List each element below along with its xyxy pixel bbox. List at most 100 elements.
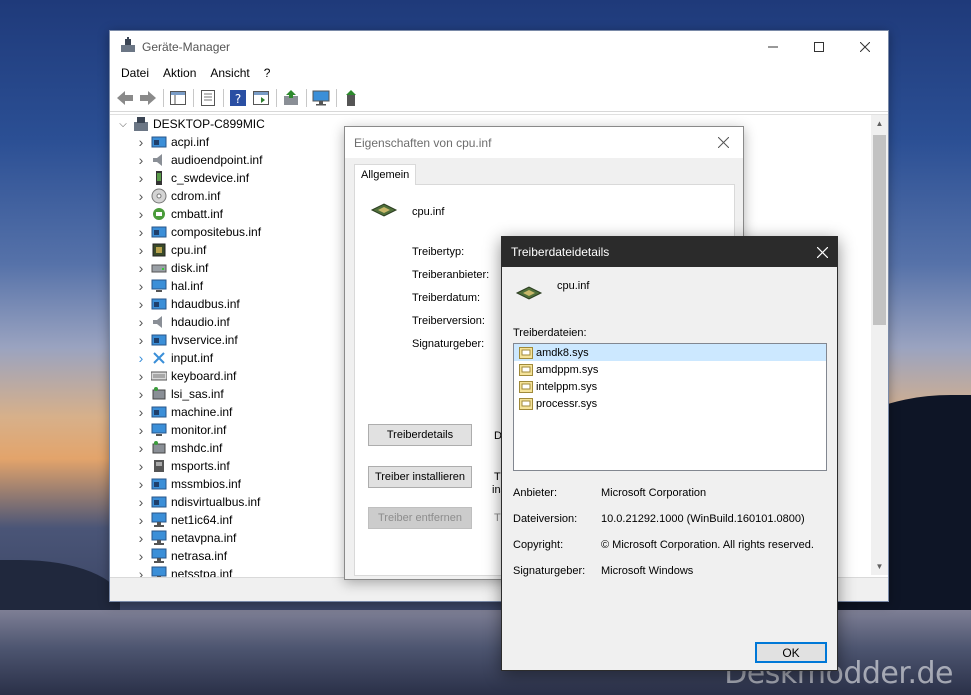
chevron-right-icon[interactable]: › bbox=[134, 152, 148, 168]
chevron-right-icon[interactable]: › bbox=[134, 422, 148, 438]
update-driver-icon[interactable] bbox=[280, 87, 302, 109]
close-button[interactable] bbox=[842, 31, 888, 62]
chevron-right-icon[interactable]: › bbox=[134, 188, 148, 204]
remove-driver-button[interactable]: Treiber entfernen bbox=[368, 507, 472, 529]
network-icon bbox=[151, 530, 167, 546]
file-list-item[interactable]: intelppm.sys bbox=[514, 378, 826, 395]
file-name: intelppm.sys bbox=[536, 380, 598, 393]
chevron-right-icon[interactable]: › bbox=[134, 278, 148, 294]
chip-icon bbox=[151, 242, 167, 258]
driver-file-details-dialog: Treiberdateidetails cpu.inf Treiberdatei… bbox=[501, 236, 838, 671]
chevron-right-icon[interactable]: › bbox=[134, 512, 148, 528]
driver-details-button[interactable]: Treiberdetails bbox=[368, 424, 472, 446]
chevron-right-icon[interactable]: › bbox=[134, 296, 148, 312]
chevron-right-icon[interactable]: › bbox=[134, 476, 148, 492]
chevron-right-icon[interactable]: › bbox=[134, 404, 148, 420]
chevron-right-icon[interactable]: › bbox=[134, 386, 148, 402]
install-driver-button[interactable]: Treiber installieren bbox=[368, 466, 472, 488]
chevron-down-icon[interactable]: ⌵ bbox=[116, 119, 130, 130]
keyboard-icon bbox=[151, 368, 167, 384]
chevron-right-icon[interactable]: › bbox=[134, 440, 148, 456]
chevron-right-icon[interactable]: › bbox=[134, 458, 148, 474]
show-hide-console-tree-icon[interactable] bbox=[167, 87, 189, 109]
provider-value: Microsoft Corporation bbox=[601, 487, 707, 499]
forward-icon[interactable] bbox=[137, 87, 159, 109]
file-list-item[interactable]: amdppm.sys bbox=[514, 361, 826, 378]
storage-icon bbox=[151, 440, 167, 456]
chevron-right-icon[interactable]: › bbox=[134, 368, 148, 384]
chevron-right-icon[interactable]: › bbox=[134, 566, 148, 577]
tree-item-label: mshdc.inf bbox=[171, 441, 223, 455]
chevron-right-icon[interactable]: › bbox=[134, 260, 148, 276]
device-icon bbox=[151, 224, 167, 240]
chevron-right-icon[interactable]: › bbox=[134, 548, 148, 564]
chevron-right-icon[interactable]: › bbox=[134, 170, 148, 186]
sys-file-icon bbox=[519, 363, 533, 376]
chip-icon bbox=[370, 202, 398, 221]
menu-action[interactable]: Aktion bbox=[156, 66, 203, 80]
minimize-button[interactable] bbox=[750, 31, 796, 62]
properties-icon[interactable] bbox=[197, 87, 219, 109]
driver-version-label: Treiberversion: bbox=[412, 315, 485, 327]
scroll-down-icon[interactable]: ▼ bbox=[871, 558, 888, 575]
chevron-right-icon[interactable]: › bbox=[134, 206, 148, 222]
details-device-name: cpu.inf bbox=[557, 280, 590, 292]
tree-item-label: netrasa.inf bbox=[171, 549, 228, 563]
file-name: processr.sys bbox=[536, 397, 598, 410]
input-icon bbox=[151, 350, 167, 366]
network-icon bbox=[151, 566, 167, 577]
properties-title: Eigenschaften von cpu.inf bbox=[354, 135, 492, 150]
device-icon bbox=[151, 332, 167, 348]
svg-text:?: ? bbox=[235, 92, 241, 106]
menu-help[interactable]: ? bbox=[257, 66, 278, 80]
chevron-right-icon[interactable]: › bbox=[134, 134, 148, 150]
close-icon[interactable] bbox=[807, 237, 837, 267]
device-name: cpu.inf bbox=[412, 206, 445, 218]
add-legacy-hardware-icon[interactable] bbox=[340, 87, 362, 109]
title-bar[interactable]: Geräte-Manager bbox=[110, 31, 888, 62]
action-pane-icon[interactable] bbox=[250, 87, 272, 109]
back-icon[interactable] bbox=[114, 87, 136, 109]
file-list-item[interactable]: amdk8.sys bbox=[514, 344, 826, 361]
ok-button[interactable]: OK bbox=[755, 642, 827, 663]
network-icon bbox=[151, 512, 167, 528]
tree-item-label: netsstpa.inf bbox=[171, 567, 233, 577]
chevron-right-icon[interactable]: › bbox=[134, 224, 148, 240]
toolbar: ? bbox=[110, 84, 888, 112]
file-list-item[interactable]: processr.sys bbox=[514, 395, 826, 412]
port-icon bbox=[151, 458, 167, 474]
help-icon[interactable]: ? bbox=[227, 87, 249, 109]
vertical-scrollbar[interactable]: ▲ ▼ bbox=[871, 115, 888, 575]
provider-label: Anbieter: bbox=[513, 487, 558, 499]
chevron-right-icon[interactable]: › bbox=[134, 530, 148, 546]
chevron-right-icon[interactable]: › bbox=[134, 314, 148, 330]
sys-file-icon bbox=[519, 397, 533, 410]
chevron-right-icon[interactable]: › bbox=[134, 494, 148, 510]
tree-item-label: machine.inf bbox=[171, 405, 233, 419]
tree-item-label: acpi.inf bbox=[171, 135, 210, 149]
tree-item-label: hdaudio.inf bbox=[171, 315, 230, 329]
sys-file-icon bbox=[519, 346, 533, 359]
menu-view[interactable]: Ansicht bbox=[203, 66, 256, 80]
close-icon[interactable] bbox=[703, 127, 743, 158]
chevron-right-icon[interactable]: › bbox=[134, 350, 148, 366]
monitor-icon bbox=[151, 278, 167, 294]
driver-files-list[interactable]: amdk8.sys amdppm.sys intelppm.sys proces… bbox=[513, 343, 827, 471]
details-title-bar[interactable]: Treiberdateidetails bbox=[502, 237, 837, 267]
tree-root-label: DESKTOP-C899MIC bbox=[153, 117, 265, 131]
chevron-right-icon[interactable]: › bbox=[134, 332, 148, 348]
scan-hardware-icon[interactable] bbox=[310, 87, 332, 109]
menu-bar: Datei Aktion Ansicht ? bbox=[110, 62, 888, 84]
speaker-icon bbox=[151, 314, 167, 330]
tree-item-label: ndisvirtualbus.inf bbox=[171, 495, 261, 509]
chevron-right-icon[interactable]: › bbox=[134, 242, 148, 258]
scroll-thumb[interactable] bbox=[873, 135, 886, 325]
device-icon bbox=[151, 476, 167, 492]
tab-general[interactable]: Allgemein bbox=[354, 164, 417, 185]
maximize-button[interactable] bbox=[796, 31, 842, 62]
properties-title-bar[interactable]: Eigenschaften von cpu.inf bbox=[345, 127, 743, 158]
tree-item-label: hdaudbus.inf bbox=[171, 297, 240, 311]
scroll-up-icon[interactable]: ▲ bbox=[871, 115, 888, 132]
menu-file[interactable]: Datei bbox=[114, 66, 156, 80]
tree-item-label: lsi_sas.inf bbox=[171, 387, 224, 401]
